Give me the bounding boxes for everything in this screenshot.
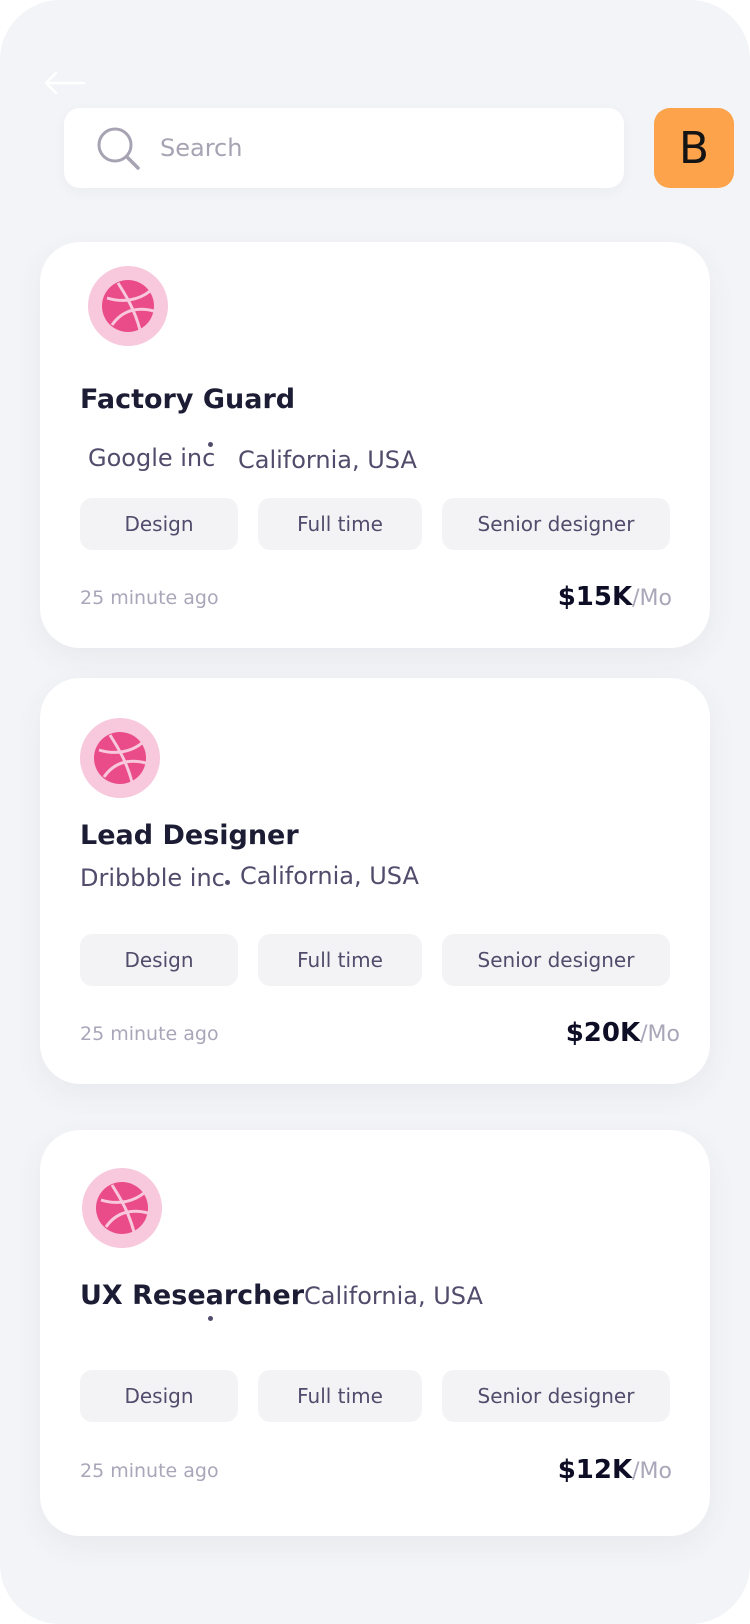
salary: $15K/Mo (558, 582, 672, 612)
tag-senior-designer[interactable]: Senior designer (442, 934, 670, 986)
tag-design[interactable]: Design (80, 1370, 238, 1422)
salary-period: /Mo (632, 586, 672, 611)
salary-amount: $12K (557, 1455, 633, 1485)
salary-amount: $15K (557, 582, 633, 612)
job-title: Factory Guard (80, 384, 296, 415)
separator-dot (208, 1316, 213, 1321)
tag-full-time[interactable]: Full time (258, 934, 422, 986)
job-location: California, USA (240, 862, 419, 890)
company-name: Dribbble inc (80, 864, 225, 892)
dribbble-icon (94, 732, 147, 784)
tag-full-time[interactable]: Full time (258, 1370, 422, 1422)
tag-senior-designer[interactable]: Senior designer (442, 1370, 670, 1422)
avatar[interactable]: B (654, 108, 734, 188)
search-bar[interactable] (64, 108, 624, 188)
job-card[interactable]: UX Researcher California, USA Design Ful… (40, 1130, 710, 1536)
search-input[interactable] (160, 122, 600, 174)
job-location: California, USA (304, 1282, 483, 1310)
posted-time: 25 minute ago (80, 1023, 219, 1045)
tag-full-time[interactable]: Full time (258, 498, 422, 550)
separator-dot (208, 442, 213, 447)
company-logo (82, 1168, 162, 1248)
salary-period: /Mo (632, 1459, 672, 1484)
salary: $12K/Mo (558, 1455, 672, 1485)
dribbble-icon (96, 1182, 149, 1234)
job-card[interactable]: Factory Guard Google inc California, USA… (40, 242, 710, 648)
back-button[interactable] (42, 68, 86, 98)
job-list-screen: B Factory Guard Google inc California, U… (0, 0, 750, 1624)
salary-amount: $20K (565, 1018, 641, 1048)
salary-period: /Mo (640, 1022, 680, 1047)
company-name: Google inc (88, 444, 216, 472)
search-icon (97, 127, 140, 170)
tag-senior-designer[interactable]: Senior designer (442, 498, 670, 550)
dribbble-icon (102, 280, 155, 332)
job-title: Lead Designer (80, 820, 299, 851)
tag-design[interactable]: Design (80, 934, 238, 986)
back-arrow-icon (44, 71, 86, 95)
company-logo (88, 266, 168, 346)
separator-dot (225, 880, 230, 885)
posted-time: 25 minute ago (80, 1460, 219, 1482)
company-logo (80, 718, 160, 798)
tag-design[interactable]: Design (80, 498, 238, 550)
job-card[interactable]: Lead Designer Dribbble inc California, U… (40, 678, 710, 1084)
posted-time: 25 minute ago (80, 587, 219, 609)
job-location: California, USA (238, 446, 417, 474)
job-title: UX Researcher (80, 1280, 305, 1311)
salary: $20K/Mo (566, 1018, 680, 1048)
